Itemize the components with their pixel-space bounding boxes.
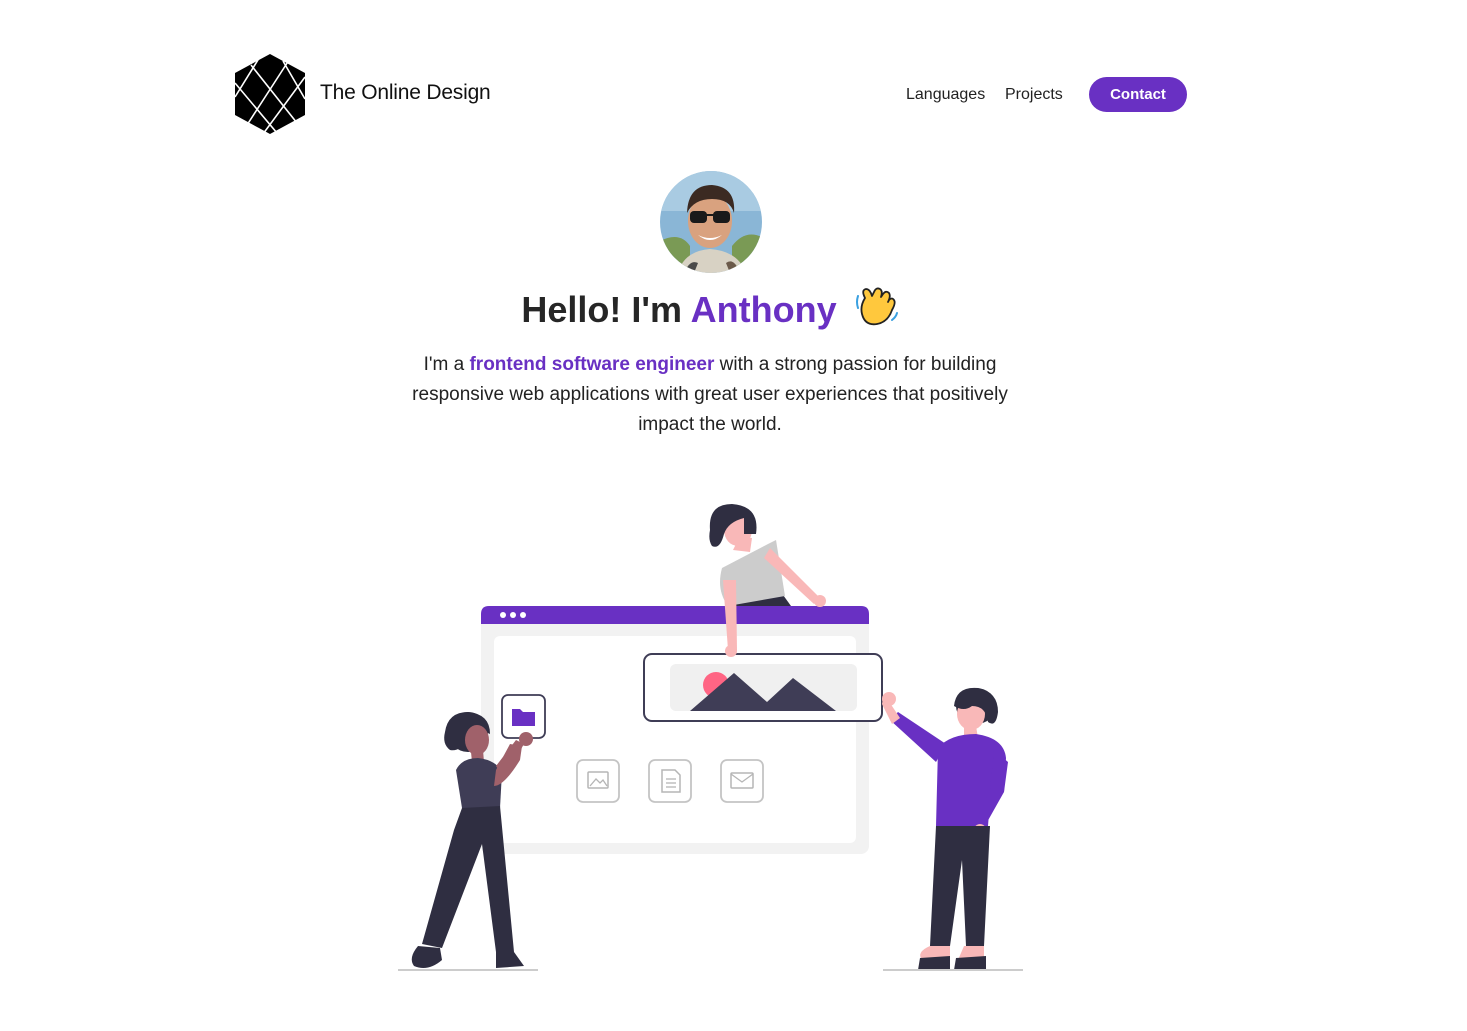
- intro-paragraph: I'm a frontend software engineer with a …: [410, 350, 1010, 440]
- waving-hand-icon: [855, 287, 898, 326]
- greeting-text: Hello! I'm: [521, 289, 682, 330]
- brand-name[interactable]: The Online Design: [320, 81, 491, 105]
- avatar: [660, 171, 762, 273]
- logo-icon[interactable]: [233, 53, 307, 135]
- team-illustration: [398, 504, 1023, 971]
- intro-before: I'm a: [423, 354, 465, 375]
- intro-highlight: frontend software engineer: [469, 354, 715, 375]
- contact-button[interactable]: Contact: [1089, 77, 1187, 112]
- nav-languages[interactable]: Languages: [906, 86, 985, 104]
- hero-headline: Hello! I'm Anthony: [0, 286, 1420, 331]
- nav-projects[interactable]: Projects: [1005, 86, 1063, 104]
- hero-name: Anthony: [690, 289, 837, 330]
